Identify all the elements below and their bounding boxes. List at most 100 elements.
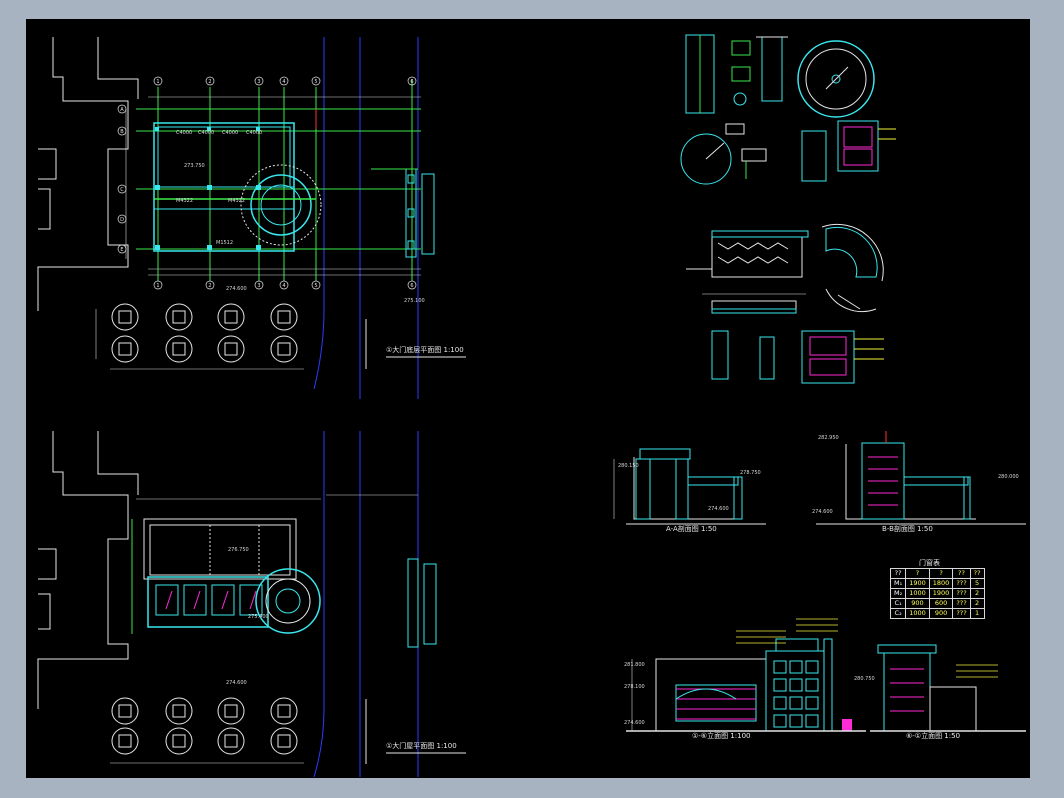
svg-text:2: 2 <box>208 79 211 85</box>
axis-bubble: 3 <box>254 76 264 86</box>
table-header-row: ???????? <box>889 568 985 579</box>
ground-floor-plan-title: ①大门底层平面图 1:100 <box>386 346 464 354</box>
roof-plan <box>37 431 466 778</box>
table-cell: 1800 <box>928 578 954 589</box>
level-mark: 282.950 <box>818 435 839 441</box>
room-level: 273.750 <box>184 163 205 169</box>
level-mark: 274.600 <box>624 720 645 726</box>
level-mark: 274.600 <box>226 680 247 686</box>
table-cell: ??? <box>952 588 971 599</box>
axis-bubble: 6 <box>407 280 417 290</box>
door-label: M1512 <box>216 240 234 246</box>
svg-text:5: 5 <box>314 79 317 85</box>
svg-text:1: 1 <box>156 79 159 85</box>
table-cell: ??? <box>952 578 971 589</box>
table-cell: 1900 <box>928 588 954 599</box>
roof-plan-title: ①大门屋平面图 1:100 <box>386 742 457 750</box>
axis-bubble: 2 <box>205 280 215 290</box>
axis-bubble: A <box>117 104 127 114</box>
table-cell: ? <box>928 568 954 579</box>
table-cell: C₂ <box>889 608 907 619</box>
table-cell: 1 <box>969 608 985 619</box>
window-label: C4000 <box>222 130 239 136</box>
svg-text:D: D <box>120 217 124 223</box>
axis-bubble: 1 <box>153 280 163 290</box>
level-mark: 281.800 <box>624 662 645 668</box>
table-cell: 1000 <box>905 588 930 599</box>
table-cell: M₂ <box>889 588 907 599</box>
svg-text:C: C <box>120 187 124 193</box>
table-row: C₂ 1000 900??? 1 <box>889 608 985 619</box>
axis-bubble: 4 <box>279 76 289 86</box>
svg-text:4: 4 <box>282 283 285 289</box>
table-cell: M₁ <box>889 578 907 589</box>
level-mark: 280.000 <box>998 474 1019 480</box>
section-aa-title: A-A剖面图 1:50 <box>666 525 717 533</box>
table-cell: 2 <box>969 588 985 599</box>
axis-bubble: E <box>117 244 127 254</box>
level-mark: 274.600 <box>226 286 247 292</box>
level-mark: 278.750 <box>740 470 761 476</box>
window-label: C4000 <box>198 130 215 136</box>
axis-bubble: 3 <box>254 280 264 290</box>
table-cell: 900 <box>928 608 954 619</box>
front-elevation-title: ①-⑥立面图 1:100 <box>692 732 751 740</box>
window-label: C4000 <box>246 130 263 136</box>
svg-text:6: 6 <box>410 283 413 289</box>
elevations <box>626 618 1026 732</box>
table-cell: ??? <box>952 598 971 609</box>
table-cell: ??? <box>952 608 971 619</box>
level-mark: 274.600 <box>812 509 833 515</box>
door-label: M4322 <box>176 198 194 204</box>
table-cell: 1000 <box>905 608 930 619</box>
level-mark: 275.100 <box>404 298 425 304</box>
level-mark: 275.400 <box>248 614 269 620</box>
svg-text:4: 4 <box>282 79 285 85</box>
svg-text:3: 3 <box>257 283 260 289</box>
table-cell: ? <box>905 568 930 579</box>
svg-text:A: A <box>120 107 124 113</box>
table-cell: 5 <box>969 578 985 589</box>
level-mark: 276.750 <box>228 547 249 553</box>
table-cell: C₁ <box>889 598 907 609</box>
axis-bubble: D <box>117 214 127 224</box>
level-mark: 274.600 <box>708 506 729 512</box>
svg-text:2: 2 <box>208 283 211 289</box>
svg-text:3: 3 <box>257 79 260 85</box>
drawing-canvas[interactable]: 112233445566ABCDE ①大门底层平面图 1:100 ①大门屋平面图… <box>26 19 1030 778</box>
axis-bubble: 6 <box>407 76 417 86</box>
table-row: M₁ 1900 1800??? 5 <box>889 578 985 589</box>
table-cell: ?? <box>969 568 985 579</box>
axis-bubble: C <box>117 184 127 194</box>
table-cell: ?? <box>889 568 907 579</box>
door-window-table: ???????? M₁ 1900 1800??? 5 M₂ 1000 1900??? 2 C₁ 90… <box>889 568 985 619</box>
detail-drawings <box>680 34 896 384</box>
svg-text:6: 6 <box>410 79 413 85</box>
door-window-table-title: 门窗表 <box>919 559 940 567</box>
table-cell: 900 <box>905 598 930 609</box>
section-bb-title: B-B剖面图 1:50 <box>882 525 933 533</box>
svg-text:E: E <box>120 247 123 253</box>
table-cell: 600 <box>928 598 954 609</box>
level-mark: 278.100 <box>624 684 645 690</box>
window-label: C4000 <box>176 130 193 136</box>
table-cell: 1900 <box>905 578 930 589</box>
table-cell: ?? <box>952 568 971 579</box>
svg-text:1: 1 <box>156 283 159 289</box>
svg-text:5: 5 <box>314 283 317 289</box>
ground-floor-plan <box>37 37 466 399</box>
table-row: M₂ 1000 1900??? 2 <box>889 588 985 599</box>
door-label: M4322 <box>228 198 246 204</box>
table-row: C₁ 900 600??? 2 <box>889 598 985 609</box>
axis-bubble: 5 <box>311 76 321 86</box>
axis-bubble: 5 <box>311 280 321 290</box>
axis-bubble: 2 <box>205 76 215 86</box>
level-mark: 280.750 <box>854 676 875 682</box>
side-elevation-title: ⑥-①立面图 1:50 <box>906 732 961 740</box>
axis-bubble: 1 <box>153 76 163 86</box>
axis-bubble: B <box>117 126 127 136</box>
table-cell: 2 <box>969 598 985 609</box>
level-mark: 280.150 <box>618 463 639 469</box>
axis-bubble: 4 <box>279 280 289 290</box>
svg-text:B: B <box>120 129 124 135</box>
